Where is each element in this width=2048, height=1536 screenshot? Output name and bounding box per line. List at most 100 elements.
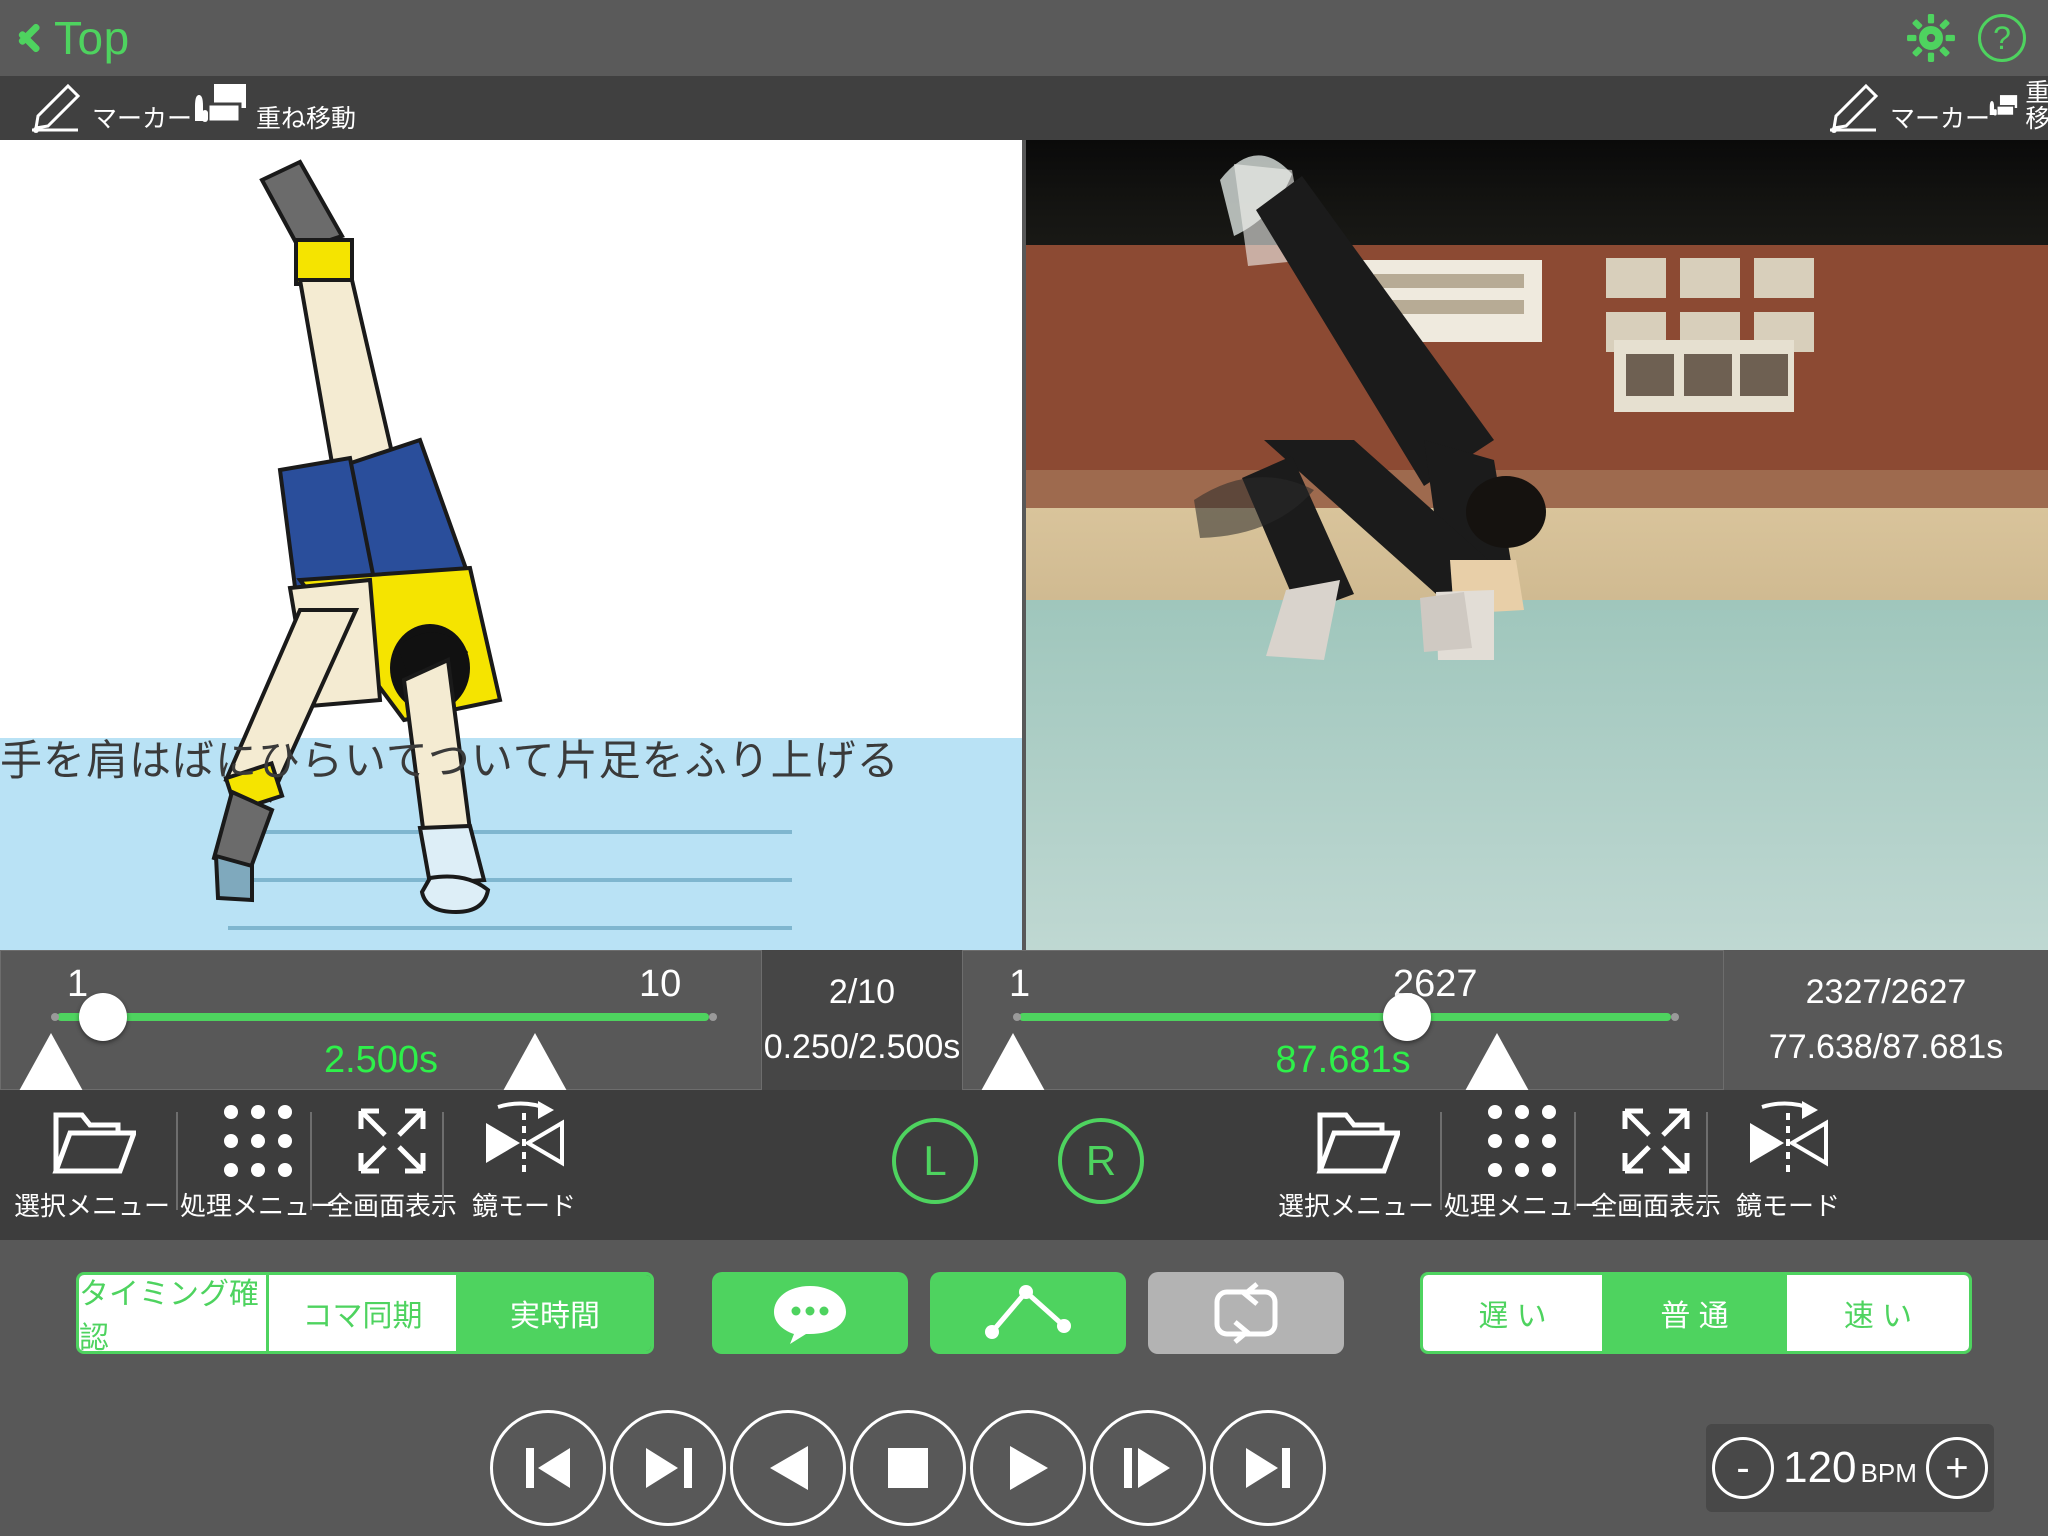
mirror-mode-icon	[476, 1098, 572, 1184]
icon-divider-r3	[1706, 1112, 1708, 1210]
tab-frame-sync[interactable]: コマ同期	[269, 1275, 459, 1351]
comment-bubble-icon	[774, 1286, 846, 1344]
process-menu-label: 処理メニュー	[180, 1191, 337, 1221]
bpm-unit: BPM	[1860, 1458, 1917, 1488]
left-slider-max-label: 10	[639, 963, 682, 1005]
overlay-move-tool-left[interactable]: 重ね移動	[188, 80, 356, 136]
left-slider-knob[interactable]	[79, 993, 127, 1041]
mirror-mode-left[interactable]: 鏡モード	[450, 1098, 598, 1232]
fullscreen-label: 全画面表示	[1590, 1191, 1721, 1221]
left-track-start-cap	[51, 1013, 59, 1021]
right-counter-cell: 2327/2627 77.638/87.681s	[1724, 950, 2048, 1090]
right-slider-track[interactable]	[1019, 1013, 1671, 1021]
marker-tool-left[interactable]: マーカー	[22, 80, 192, 136]
navigation-bar: Top ?	[0, 0, 2048, 76]
help-label: ?	[1993, 19, 2011, 56]
gymnast-illustration	[211, 159, 503, 915]
icon-divider-l2	[310, 1112, 312, 1210]
right-time-counter: 77.638/87.681s	[1768, 1028, 2004, 1066]
fullscreen-label: 全画面表示	[326, 1191, 457, 1221]
right-video-pane[interactable]	[1024, 140, 2048, 950]
toolbar-right-half: マーカー 重ね移動	[1024, 76, 2048, 140]
left-video-pane[interactable]: 手を肩はばにひらいてついて片足をふり上げる	[0, 140, 1024, 950]
icon-divider-r1	[1440, 1112, 1442, 1210]
help-icon[interactable]: ?	[1978, 14, 2026, 62]
icon-divider-l3	[442, 1112, 444, 1210]
bpm-minus-label: -	[1736, 1446, 1750, 1490]
process-menu-label: 処理メニュー	[1444, 1191, 1601, 1221]
back-label: Top	[54, 12, 130, 64]
bpm-increase-button[interactable]: +	[1925, 1437, 1988, 1499]
speed-slow-button[interactable]: 遅 い	[1423, 1275, 1605, 1351]
overlay-move-tool-right[interactable]: 重ね移動	[1986, 80, 2048, 136]
bpm-decrease-button[interactable]: -	[1712, 1437, 1774, 1499]
speed-fast-button[interactable]: 速 い	[1787, 1275, 1969, 1351]
skip-start-button[interactable]	[490, 1410, 606, 1526]
select-menu-right[interactable]: 選択メニュー	[1278, 1098, 1434, 1232]
step-forward-icon	[1124, 1448, 1170, 1488]
select-menu-left[interactable]: 選択メニュー	[14, 1098, 170, 1232]
chevron-left-icon	[12, 15, 48, 61]
stop-button[interactable]	[850, 1410, 966, 1526]
gymnast-video-subject	[1194, 155, 1546, 660]
stop-icon	[888, 1448, 928, 1488]
mirror-mode-right[interactable]: 鏡モード	[1714, 1098, 1862, 1232]
speed-normal-button[interactable]: 普 通	[1605, 1275, 1787, 1351]
step-forward-button[interactable]	[1090, 1410, 1206, 1526]
left-channel-button[interactable]: L	[892, 1118, 978, 1204]
grid-dots-icon	[1481, 1098, 1563, 1184]
mirror-mode-label: 鏡モード	[1735, 1191, 1840, 1221]
step-back-button[interactable]	[610, 1410, 726, 1526]
icon-divider-r2	[1574, 1112, 1576, 1210]
right-in-marker[interactable]	[981, 1033, 1045, 1091]
rewind-button[interactable]	[730, 1410, 846, 1526]
overlay-move-tool-label: 重ね移動	[256, 105, 357, 133]
play-icon	[1010, 1446, 1048, 1490]
marker-tool-right[interactable]: マーカー	[1820, 80, 1990, 136]
right-track-end-cap	[1671, 1013, 1679, 1021]
left-in-marker[interactable]	[19, 1033, 83, 1091]
left-slider-track[interactable]	[57, 1013, 709, 1021]
slider-strip: 1 10 2.500s 2/10 0.250/2.500s 1 2627 87.…	[0, 950, 2048, 1091]
gear-icon[interactable]	[1906, 13, 1956, 63]
right-channel-label: R	[1085, 1137, 1117, 1184]
play-button[interactable]	[970, 1410, 1086, 1526]
left-slider-cell: 1 10 2.500s	[0, 950, 762, 1091]
marker-tool-label: マーカー	[1890, 105, 1991, 133]
toolbar-left-half: マーカー 重ね移動	[0, 76, 1024, 140]
back-to-top-button[interactable]: Top	[0, 11, 130, 65]
tab-realtime[interactable]: 実時間	[459, 1275, 651, 1351]
skip-to-start-icon	[526, 1448, 570, 1488]
overlay-move-icon	[193, 84, 246, 124]
right-slider-min-label: 1	[1009, 963, 1031, 1005]
icon-divider-l1	[176, 1112, 178, 1210]
skip-end-button[interactable]	[1210, 1410, 1326, 1526]
left-out-marker[interactable]	[503, 1033, 567, 1091]
pen-marker-icon	[32, 83, 81, 133]
right-duration-label: 87.681s	[1275, 1039, 1411, 1081]
speed-segmented-control: 遅 い 普 通 速 い	[1420, 1272, 1972, 1354]
tool-icon-row: 選択メニュー 処理メニュー 全画面表示 鏡モード L R 選択メニュー 処理メニ…	[0, 1090, 2048, 1240]
caption-overlay: 手を肩はばにひらいてついて片足をふり上げる	[0, 712, 1024, 802]
left-track-end-cap	[709, 1013, 717, 1021]
grid-dots-icon	[217, 1098, 299, 1184]
app-root: Top ? マーカー 重ね移動 マーカー 重 移 手を肩はばにひらいてついて片足…	[0, 0, 2048, 1536]
right-slider-knob[interactable]	[1383, 993, 1431, 1041]
left-frame-counter: 2/10	[828, 973, 896, 1011]
overlay-move-icon	[1988, 95, 2018, 117]
select-menu-label: 選択メニュー	[1278, 1191, 1435, 1221]
tab-timing-check[interactable]: タイミング確認	[79, 1275, 269, 1351]
bpm-stepper: - 120 BPM +	[1706, 1424, 1994, 1512]
transport-row: - 120 BPM +	[0, 1410, 2048, 1536]
right-out-marker[interactable]	[1465, 1033, 1529, 1091]
mirror-mode-icon	[1740, 1098, 1836, 1184]
bpm-plus-label: +	[1945, 1446, 1969, 1490]
loop-repeat-icon	[1214, 1282, 1278, 1344]
mode-segmented-control: タイミング確認 コマ同期 実時間	[76, 1272, 654, 1354]
angle-tool-button[interactable]	[930, 1272, 1126, 1354]
comment-button[interactable]	[712, 1272, 908, 1354]
select-menu-label: 選択メニュー	[14, 1191, 171, 1221]
loop-button[interactable]	[1148, 1272, 1344, 1354]
right-channel-button[interactable]: R	[1058, 1118, 1144, 1204]
bpm-value: 120	[1783, 1443, 1857, 1492]
